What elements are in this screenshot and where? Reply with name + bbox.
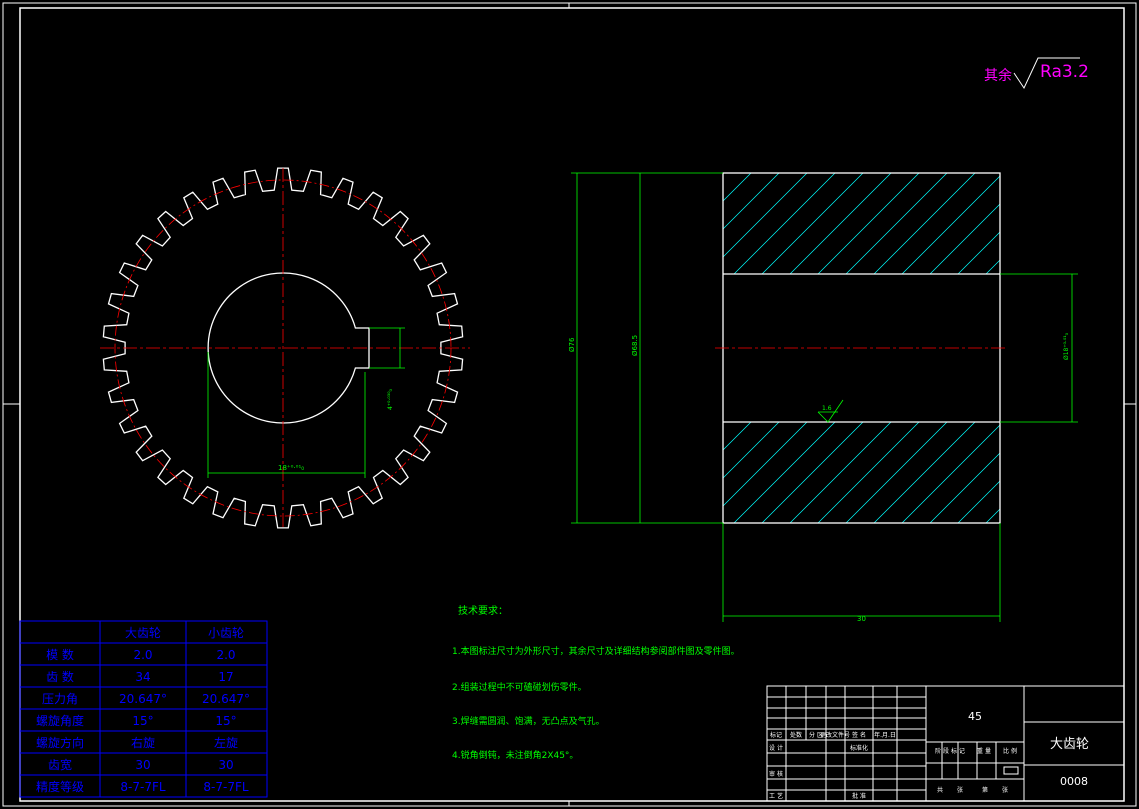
surface-mark-value: 1.6 — [822, 405, 832, 412]
title-block-label: 审 核 — [769, 770, 783, 778]
table-cell: 17 — [218, 670, 233, 684]
table-cell: 螺旋方向 — [36, 735, 84, 750]
sheet-label: 共 — [937, 786, 943, 794]
part-name: 大齿轮 — [1050, 737, 1089, 752]
gear-parameter-table: 大齿轮 小齿轮模 数 2.0 2.0 齿 数 34 17 压力角 20.647° 20.647° 螺… — [19, 620, 268, 798]
table-cell: 齿宽 — [48, 757, 72, 772]
tech-requirements: 技术要求： 1.本图标注尺寸为外形尺寸，其余尺寸及详细结构参阅部件图及零件图。 … — [452, 604, 740, 761]
material-value: 45 — [968, 710, 982, 723]
roughness-prefix: 其余 — [984, 67, 1012, 84]
table-cell: 齿 数 — [46, 669, 74, 684]
title-block: 45 大齿轮 0008 标记 处数分 区更改文件号签 名年.月.日设 计标准化审 … — [766, 685, 1125, 802]
tech-title: 技术要求： — [458, 604, 508, 617]
table-cell: 20.647° — [202, 692, 250, 706]
table-cell: 30 — [135, 758, 150, 772]
title-block-label: 设 计 — [769, 744, 783, 752]
tech-item-1: 1.本图标注尺寸为外形尺寸，其余尺寸及详细结构参阅部件图及零件图。 — [452, 645, 740, 657]
title-block-label: 更改文件号 — [820, 731, 850, 739]
title-block-label: 标记 — [770, 731, 782, 739]
roughness-value: Ra3.2 — [1040, 62, 1089, 82]
keyway-dimension: 4⁺⁰·⁰³⁰₀ — [387, 388, 394, 410]
table-header-cell: 大齿轮 — [125, 626, 161, 640]
outer-diameter-dim: Ø76 — [568, 337, 576, 352]
title-block-label: 工 艺 — [769, 792, 783, 800]
title-block-label: 签 名 — [852, 731, 866, 739]
table-cell: 20.647° — [119, 692, 167, 706]
table-cell: 15° — [132, 714, 153, 728]
table-cell: 30 — [218, 758, 233, 772]
table-cell: 15° — [215, 714, 236, 728]
stage-label: 阶 段 标 记 — [935, 747, 965, 755]
tech-item-3: 3.焊缝需圆润、饱满，无凸点及气孔。 — [452, 715, 605, 727]
bore-dimension: 18⁺⁰·⁰¹₀ — [278, 464, 304, 472]
sheet-label: 张 — [957, 786, 963, 794]
title-block-label: 年.月.日 — [874, 731, 896, 739]
roughness-symbol: 其余 Ra3.2 — [984, 57, 1089, 90]
title-block-label: 标准化 — [850, 744, 868, 752]
tech-item-2: 2.组装过程中不可磕碰划伤零件。 — [452, 681, 587, 693]
root-diameter-dim: Ø68.5 — [631, 335, 639, 356]
table-cell: 2.0 — [133, 648, 152, 662]
table-cell: 精度等级 — [36, 779, 84, 794]
title-block-label: 处数 — [790, 731, 802, 739]
hatch-bottom — [723, 422, 1000, 523]
table-cell: 8-7-7FL — [120, 780, 165, 794]
sheet-label: 张 — [1002, 786, 1008, 794]
table-cell: 模 数 — [46, 647, 74, 662]
stage-label: 比 例 — [1003, 747, 1017, 755]
bore-diameter-dim: Ø18⁺⁰·⁰¹₀ — [1063, 332, 1070, 360]
table-cell: 34 — [135, 670, 150, 684]
sheet-label: 第 — [982, 786, 988, 794]
hatch-top — [723, 173, 1000, 274]
table-cell: 右旋 — [131, 735, 155, 750]
tech-item-4: 4.锐角倒钝，未注倒角2X45°。 — [452, 749, 578, 761]
drawing-number: 0008 — [1060, 775, 1088, 788]
table-cell: 压力角 — [42, 692, 78, 706]
table-cell: 螺旋角度 — [36, 713, 84, 728]
table-cell: 左旋 — [214, 735, 238, 750]
stage-label: 重 量 — [977, 747, 991, 755]
table-header-cell: 小齿轮 — [208, 626, 244, 640]
table-cell: 2.0 — [216, 648, 235, 662]
title-block-label: 批 准 — [852, 792, 866, 800]
table-cell: 8-7-7FL — [203, 780, 248, 794]
cad-drawing: 其余 Ra3.2 4⁺⁰·⁰³⁰₀ 18⁺⁰·⁰¹₀ Ø76 Ø68.5 Ø18… — [2, 2, 1137, 807]
gear-section-view: Ø76 Ø68.5 Ø18⁺⁰·⁰¹₀ 30 1.6 — [568, 172, 1078, 623]
gear-front-view: 4⁺⁰·⁰³⁰₀ 18⁺⁰·⁰¹₀ — [100, 167, 470, 530]
width-dim: 30 — [857, 615, 866, 623]
